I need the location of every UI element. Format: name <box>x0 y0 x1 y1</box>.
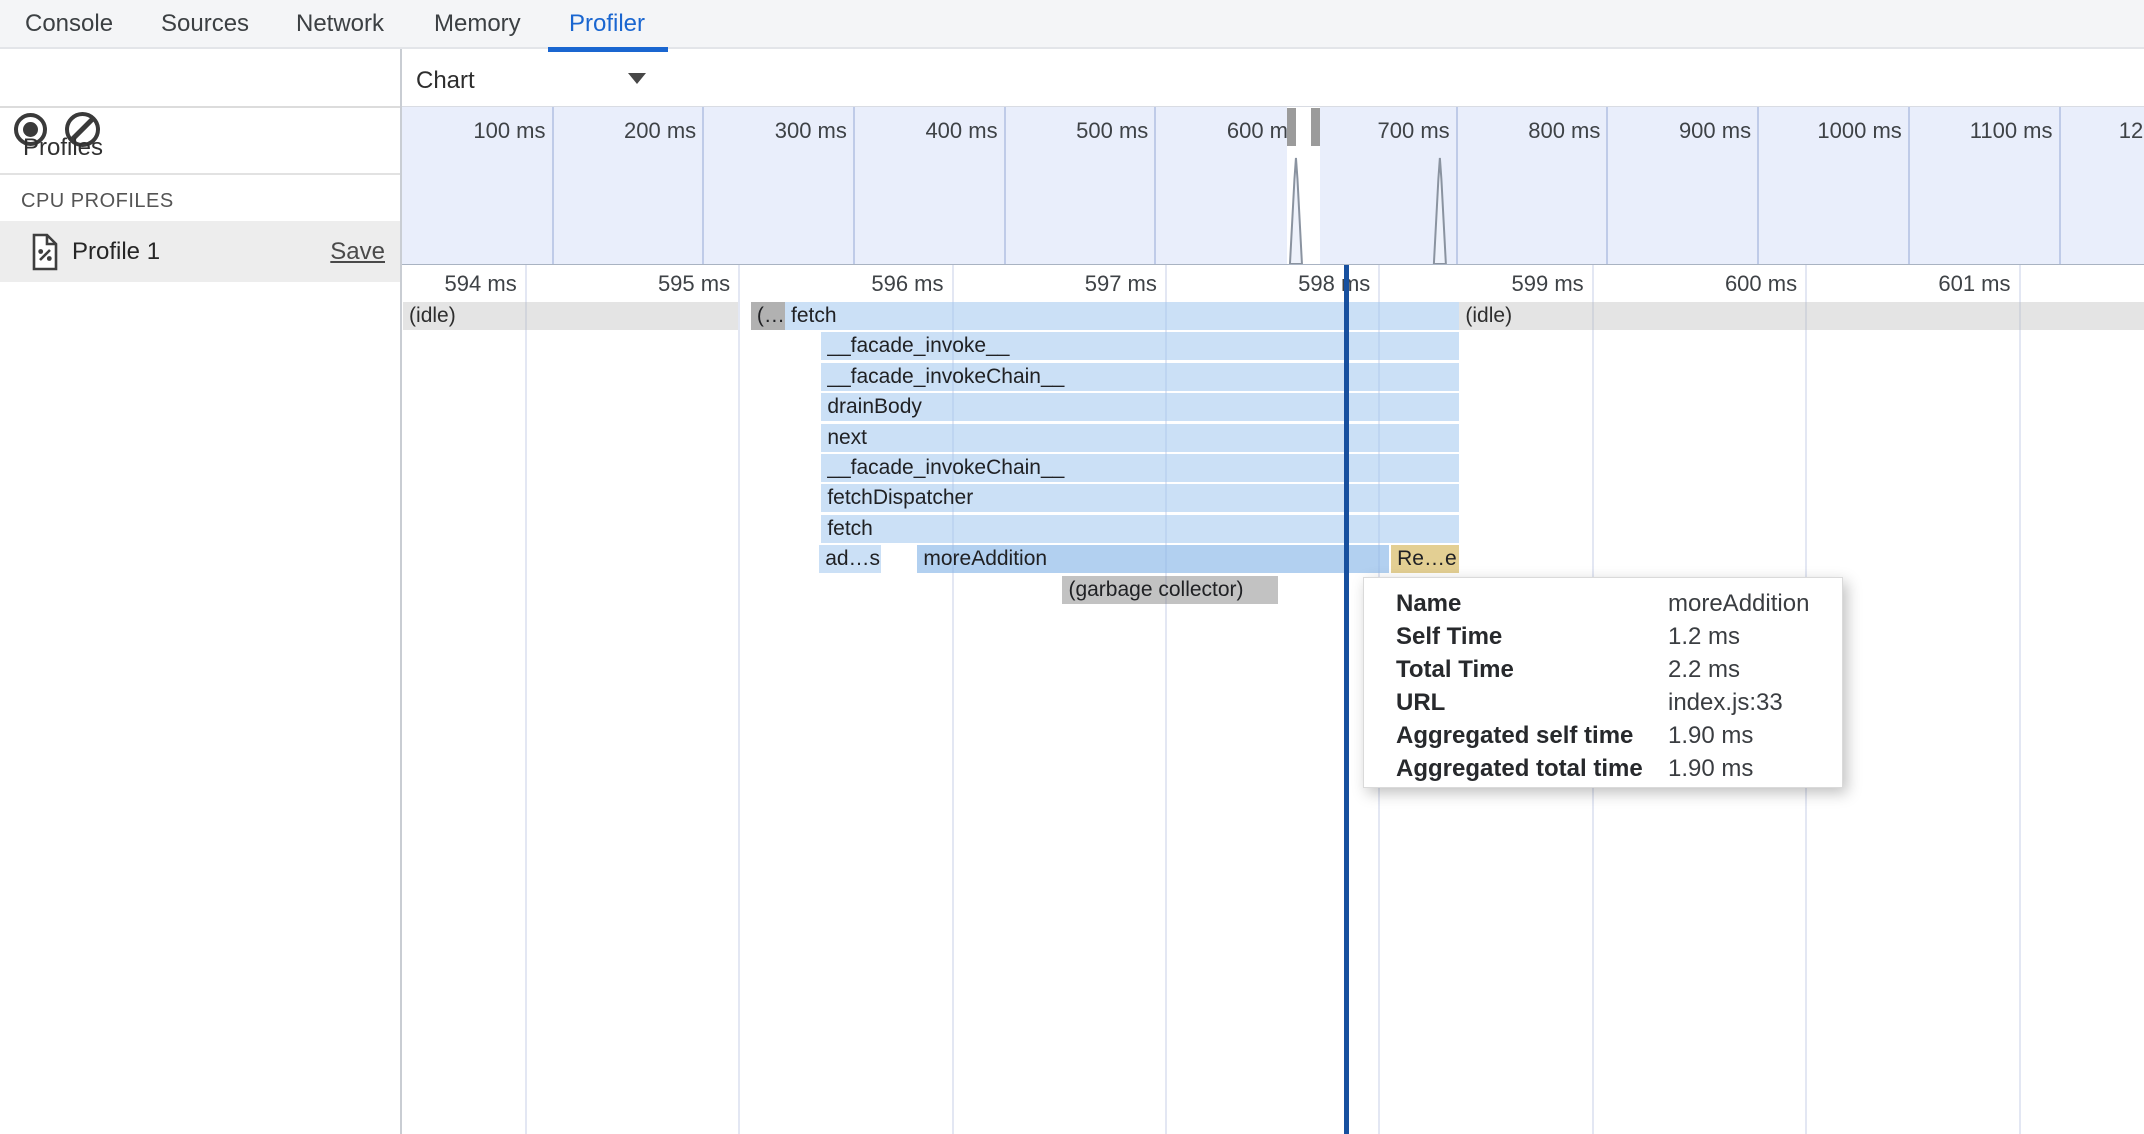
flame-bar-js[interactable]: next <box>821 424 1459 452</box>
flame-bar-system[interactable]: (… <box>751 302 785 330</box>
flame-bar-idle[interactable]: (idle) <box>403 302 738 330</box>
tab-sources[interactable]: Sources <box>161 11 249 37</box>
flame-gridline <box>2019 265 2021 1134</box>
tooltip-row-value: index.js:33 <box>1668 689 1783 717</box>
flame-ruler-tick-label: 594 ms <box>402 271 517 297</box>
tooltip-row-label: URL <box>1396 689 1445 717</box>
flame-bar-js[interactable]: __facade_invokeChain__ <box>821 454 1459 482</box>
save-profile-link[interactable]: Save <box>330 238 385 266</box>
profile-name: Profile 1 <box>72 238 160 266</box>
flame-bar-js[interactable]: fetchDispatcher <box>821 484 1459 512</box>
selected-time-marker <box>1344 265 1349 1134</box>
tooltip-row: Total Time 2.2 ms <box>1364 656 1842 684</box>
tooltip-row-value: 1.90 ms <box>1668 755 1753 783</box>
flame-chart[interactable]: 594 ms 595 ms 596 ms 597 ms 598 ms 599 ms 600 … <box>402 265 2144 1134</box>
tooltip-row: Self Time 1.2 ms <box>1364 623 1842 651</box>
tooltip-row-label: Aggregated self time <box>1396 722 1633 750</box>
flame-bar-js[interactable]: __facade_invoke__ <box>821 332 1459 360</box>
flame-bar-idle[interactable]: (idle) <box>1459 302 2144 330</box>
view-mode-value: Chart <box>416 67 475 95</box>
flame-bar-warm[interactable]: Re…e <box>1391 545 1459 573</box>
flame-ruler-tick-label: 598 ms <box>1170 271 1370 297</box>
flame-gridline <box>525 265 527 1134</box>
tab-network[interactable]: Network <box>296 11 384 37</box>
devtools-profiler-panel: Console Sources Network Memory Profiler Prof… <box>0 0 2144 1134</box>
profiler-toolbar <box>0 49 400 108</box>
flame-ruler-tick-label: 599 ms <box>1384 271 1584 297</box>
profiles-header-label: Profiles <box>23 134 103 162</box>
flame-ruler-tick-label: 596 ms <box>744 271 944 297</box>
tooltip-row-label: Aggregated total time <box>1396 755 1643 783</box>
tooltip-row: Aggregated total time 1.90 ms <box>1364 755 1842 783</box>
tooltip-row-value: 1.2 ms <box>1668 623 1740 651</box>
flame-ruler-tick-label: 600 ms <box>1597 271 1797 297</box>
profile-list-item[interactable]: Profile 1 Save <box>0 221 400 282</box>
flame-gridline <box>738 265 740 1134</box>
tab-memory[interactable]: Memory <box>434 11 521 37</box>
tooltip-row: Aggregated self time 1.90 ms <box>1364 722 1842 750</box>
tooltip-row-value: moreAddition <box>1668 590 1809 618</box>
tooltip-row-label: Name <box>1396 590 1461 618</box>
tooltip-row: URL index.js:33 <box>1364 689 1842 717</box>
flame-bar-js-selected[interactable]: moreAddition <box>917 545 1389 573</box>
flame-bar-gc[interactable]: (garbage collector) <box>1062 576 1278 604</box>
timeline-overview[interactable]: 100 ms200 ms300 ms400 ms500 ms600 ms700 … <box>402 106 2144 266</box>
profiles-header: Profiles <box>0 107 400 175</box>
tooltip-row: Name moreAddition <box>1364 590 1842 618</box>
flame-bar-js[interactable]: fetch <box>821 515 1459 543</box>
tooltip-row-label: Total Time <box>1396 656 1514 684</box>
profile-file-icon <box>31 232 59 272</box>
tab-console[interactable]: Console <box>25 11 113 37</box>
tab-profiler[interactable]: Profiler <box>569 11 645 37</box>
tab-bar: Console Sources Network Memory Profiler <box>0 0 2144 49</box>
tooltip-row-value: 2.2 ms <box>1668 656 1740 684</box>
flame-bar-js[interactable]: drainBody <box>821 393 1459 421</box>
tooltip-row-label: Self Time <box>1396 623 1502 651</box>
chevron-down-icon <box>628 73 646 84</box>
flame-bar-js[interactable]: fetch <box>785 302 1459 330</box>
flame-ruler-tick-label: 601 ms <box>1811 271 2011 297</box>
tooltip-row-value: 1.90 ms <box>1668 722 1753 750</box>
flame-ruler-tick-label: 595 ms <box>530 271 730 297</box>
flame-ruler-tick-label: 597 ms <box>957 271 1157 297</box>
view-mode-select[interactable]: Chart <box>402 53 662 106</box>
frame-details-tooltip: Name moreAddition Self Time 1.2 ms Total Tim… <box>1363 577 1843 788</box>
active-tab-underline <box>548 47 668 52</box>
cpu-profiles-section-label: CPU PROFILES <box>21 190 174 213</box>
flame-bar-js[interactable]: __facade_invokeChain__ <box>821 363 1459 391</box>
flame-bar-js[interactable]: ad…s <box>819 545 881 573</box>
cpu-activity-spikes <box>402 107 2144 264</box>
